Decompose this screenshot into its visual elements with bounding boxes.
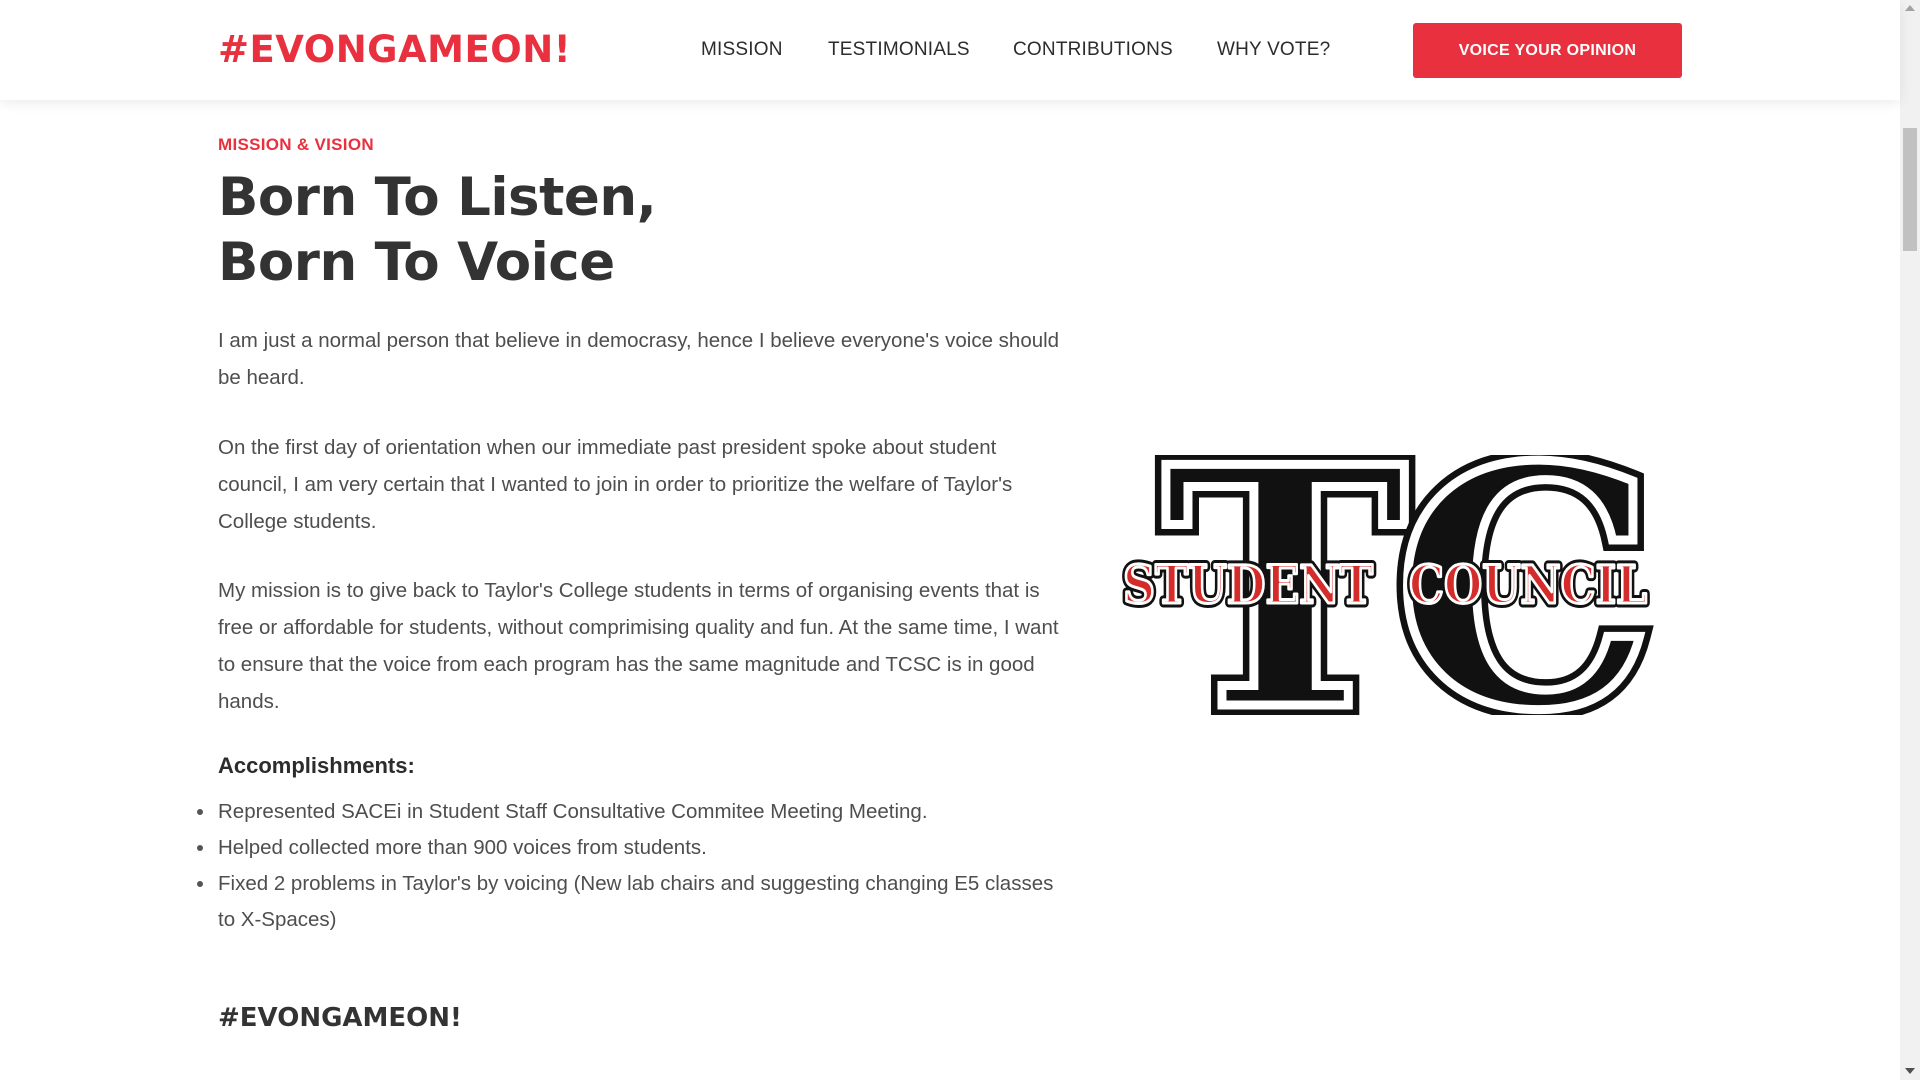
scrollbar-thumb[interactable] [1903,128,1917,251]
headline-line-1: Born To Listen, [218,167,657,228]
logo-word-student: STUDENT [1123,555,1373,616]
accomplishments-heading: Accomplishments: [218,753,415,778]
top-navbar: #EVONGAMEON! MISSION TESTIMONIALS CONTRI… [0,0,1900,100]
headline-line-2: Born To Voice [218,232,615,293]
scroll-down-arrow-icon[interactable] [1905,1068,1915,1074]
nav-link-testimonials[interactable]: TESTIMONIALS [828,39,970,61]
site-logo[interactable]: #EVONGAMEON! [218,28,571,71]
logo-banner-student: STUDENT STUDENT [1120,551,1378,621]
accomplishments-list: Represented SACEi in Student Staff Consu… [197,794,1068,938]
page-scrollbar[interactable] [1900,0,1920,1080]
intro-paragraph: I am just a normal person that believe i… [218,329,1060,389]
logo-word-council: COUNCIL [1409,555,1647,616]
list-item: Fixed 2 problems in Taylor's by voicing … [197,866,1068,938]
section-eyebrow: MISSION & VISION [218,135,374,154]
page-headline: Born To Listen, Born To Voice [218,165,657,295]
list-item: Helped collected more than 900 voices fr… [197,830,1068,866]
nav-link-why-vote[interactable]: WHY VOTE? [1217,39,1330,61]
nav-link-mission[interactable]: MISSION [701,39,783,61]
nav-link-contributions[interactable]: CONTRIBUTIONS [1013,39,1173,61]
mission-paragraph: My mission is to give back to Taylor's C… [218,579,1059,713]
voice-your-opinion-button[interactable]: VOICE YOUR OPINION [1413,23,1682,78]
footer-hashtag: #EVONGAMEON! [218,1003,462,1033]
scroll-up-arrow-icon[interactable] [1905,5,1915,11]
logo-banner-council: COUNCIL COUNCIL [1405,551,1652,621]
student-council-logo: T T C C STUDENT STUDENT COUNCIL COUNCIL [1120,455,1660,715]
list-item: Represented SACEi in Student Staff Consu… [197,794,1068,830]
orientation-paragraph: On the first day of orientation when our… [218,436,1013,533]
